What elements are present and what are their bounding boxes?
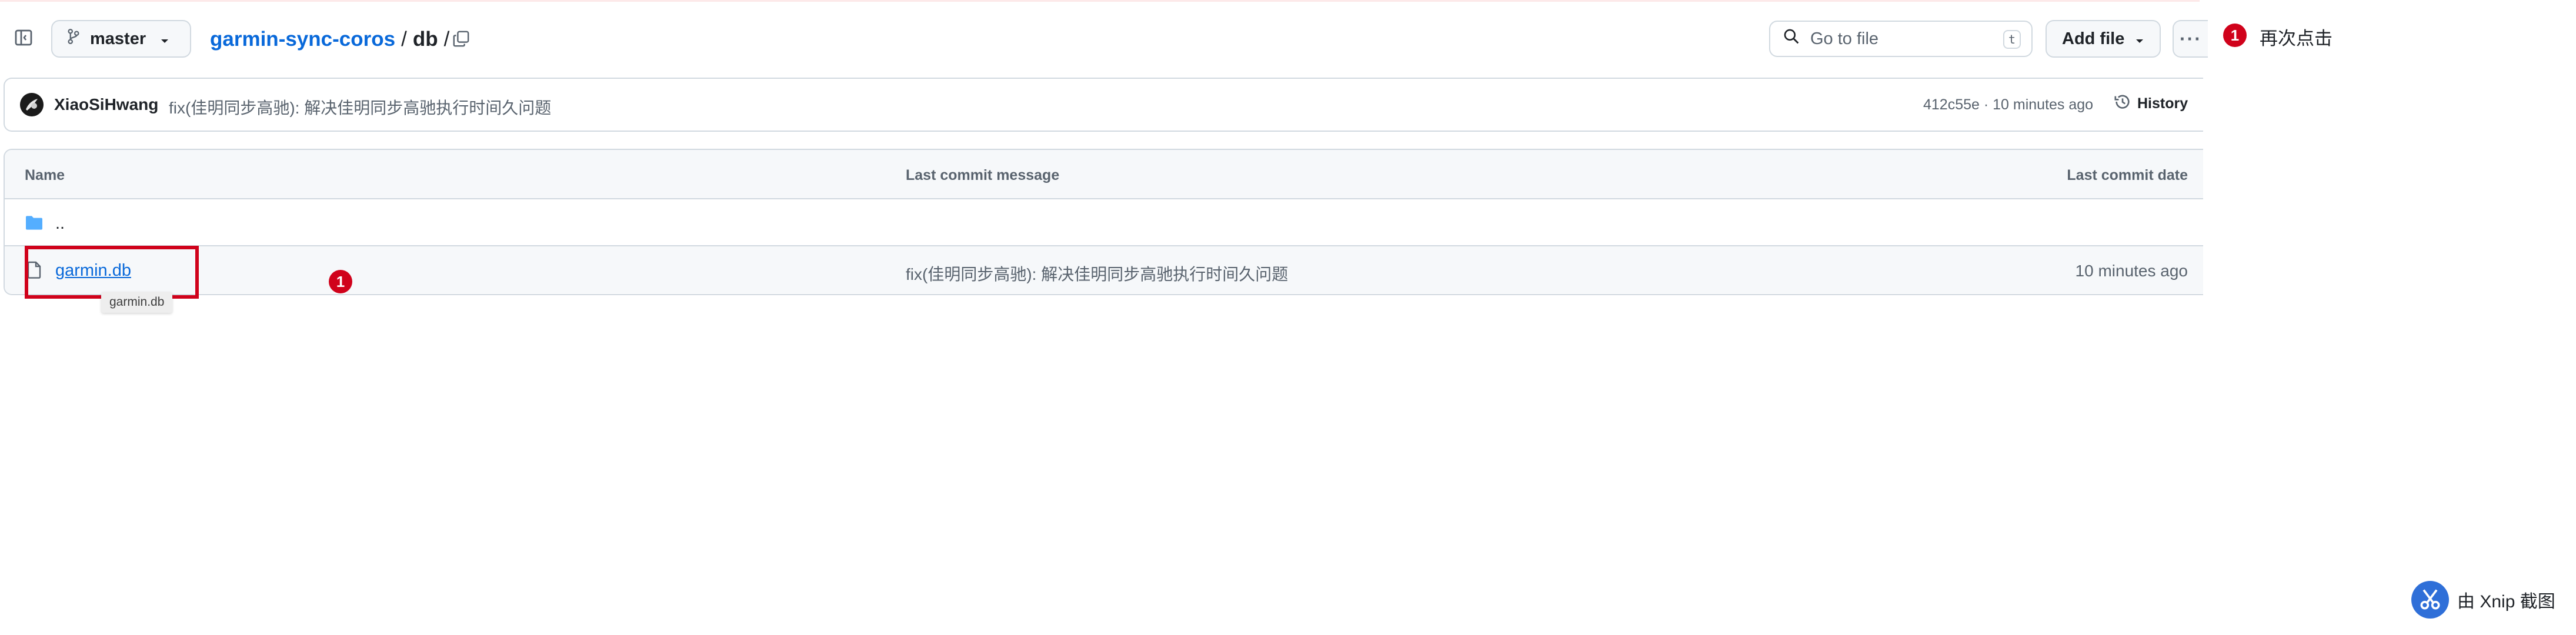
breadcrumb-separator: /: [443, 28, 450, 51]
add-file-button[interactable]: Add file: [2046, 20, 2161, 58]
copy-path-icon[interactable]: [449, 27, 473, 51]
latest-commit-bar: XiaoSiHwang fix(佳明同步高驰): 解决佳明同步高驰执行时间久问题…: [4, 78, 2203, 132]
file-commit-date: 10 minutes ago: [2075, 262, 2188, 280]
annotation-legend-badge: 1: [2223, 24, 2247, 47]
avatar[interactable]: [20, 93, 44, 116]
shortcut-key-badge: t: [2003, 30, 2021, 49]
table-row-parent-directory[interactable]: ..: [5, 199, 2203, 246]
branch-name: master: [90, 29, 146, 48]
table-header: Name Last commit message Last commit dat…: [5, 150, 2203, 199]
history-button[interactable]: History: [2114, 93, 2188, 115]
annotation-note: 再次点击: [2260, 28, 2333, 49]
annotation-highlight-box: [25, 246, 199, 299]
column-header-date: Last commit date: [2067, 167, 2188, 183]
breadcrumb-separator: /: [401, 28, 407, 51]
xnip-watermark: 由 Xnip 截图: [2411, 581, 2555, 619]
folder-icon: [25, 213, 44, 232]
chevron-down-icon: [2135, 29, 2144, 49]
more-label: ···: [2180, 28, 2202, 49]
parent-directory-link[interactable]: ..: [55, 214, 65, 233]
commit-hash-time[interactable]: 412c55e · 10 minutes ago: [1923, 96, 2093, 113]
add-file-label: Add file: [2062, 29, 2125, 48]
history-label: History: [2137, 95, 2188, 112]
commit-author[interactable]: XiaoSiHwang: [54, 95, 158, 114]
file-commit-message[interactable]: fix(佳明同步高驰): 解决佳明同步高驰执行时间久问题: [906, 262, 1288, 285]
search-icon: [1783, 28, 1800, 49]
chevron-down-icon: [160, 29, 169, 49]
branch-selector-button[interactable]: master: [51, 20, 191, 58]
breadcrumb: garmin-sync-coros / db /: [210, 25, 449, 54]
watermark-text: 由 Xnip 截图: [2457, 592, 2555, 611]
go-to-file-search[interactable]: Go to file t: [1769, 21, 2033, 57]
column-header-message: Last commit message: [906, 167, 1060, 183]
breadcrumb-repo-link[interactable]: garmin-sync-coros: [210, 28, 395, 51]
column-header-name: Name: [25, 167, 65, 183]
xnip-logo-icon: [2411, 581, 2449, 619]
more-options-button[interactable]: ···: [2173, 20, 2208, 58]
file-name-tooltip: garmin.db: [101, 292, 173, 313]
breadcrumb-current-folder: db: [412, 28, 438, 51]
sidebar-toggle-icon[interactable]: [13, 27, 34, 48]
commit-message[interactable]: fix(佳明同步高驰): 解决佳明同步高驰执行时间久问题: [169, 95, 551, 119]
repo-header: master garmin-sync-coros / db / Go to fi…: [0, 0, 2208, 78]
history-icon: [2114, 93, 2131, 115]
search-placeholder: Go to file: [1810, 29, 1879, 48]
annotation-step-badge: 1: [329, 270, 352, 293]
branch-icon: [66, 28, 81, 49]
